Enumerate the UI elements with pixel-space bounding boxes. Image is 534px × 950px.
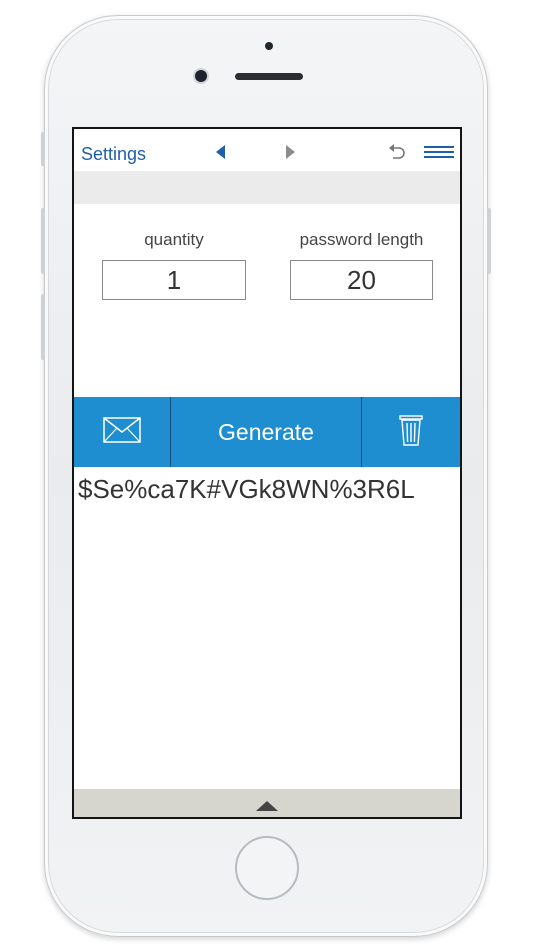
undo-icon[interactable]: [387, 142, 407, 167]
action-bar: Generate: [74, 397, 460, 467]
menu-icon[interactable]: [424, 145, 454, 163]
home-button[interactable]: [235, 836, 299, 900]
password-length-field[interactable]: 20: [290, 260, 433, 300]
settings-link[interactable]: Settings: [81, 144, 146, 165]
volume-up-button: [41, 208, 45, 274]
volume-down-button: [41, 294, 45, 360]
ad-banner: [74, 171, 460, 204]
email-button[interactable]: [74, 397, 170, 467]
triangle-right-icon[interactable]: [284, 144, 296, 165]
power-button: [487, 208, 491, 274]
triangle-left-icon[interactable]: [215, 144, 227, 165]
generate-button[interactable]: Generate: [171, 397, 361, 467]
trash-icon: [399, 414, 423, 451]
app-screen: Settings quantity 1 password length 20 G…: [72, 127, 462, 819]
earpiece-speaker: [235, 73, 303, 80]
generate-label: Generate: [218, 418, 314, 445]
front-camera: [195, 70, 207, 82]
top-toolbar: Settings: [74, 129, 460, 171]
delete-button[interactable]: [362, 397, 460, 467]
quantity-label: quantity: [144, 230, 204, 249]
proximity-sensor: [265, 42, 273, 50]
generated-password: $Se%ca7K#VGk8WN%3R6L: [78, 474, 415, 504]
mute-switch: [41, 132, 45, 166]
envelope-icon: [103, 416, 141, 448]
bottom-bar[interactable]: [74, 789, 460, 817]
quantity-field[interactable]: 1: [102, 260, 246, 300]
triangle-up-icon[interactable]: [255, 799, 279, 817]
password-length-label: password length: [299, 230, 424, 249]
